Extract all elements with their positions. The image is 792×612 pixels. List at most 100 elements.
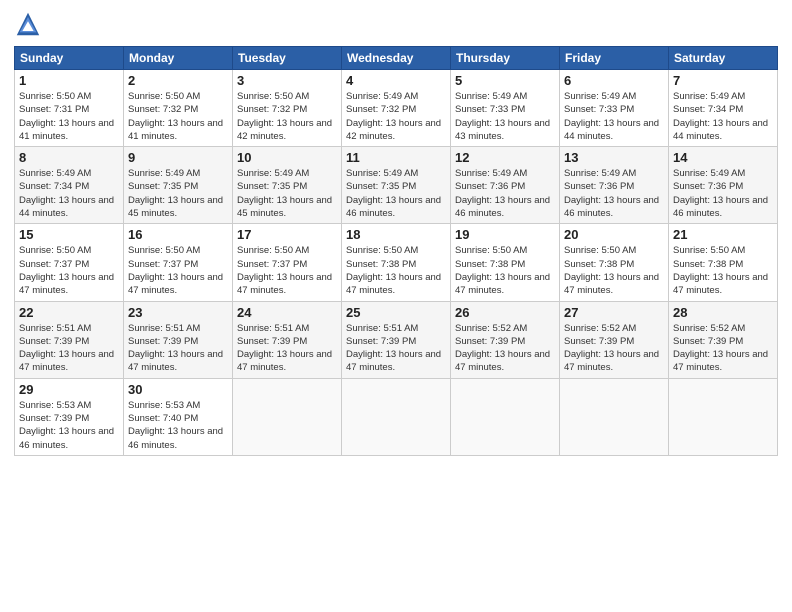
- day-cell-20: 20 Sunrise: 5:50 AMSunset: 7:38 PMDayligh…: [560, 224, 669, 301]
- day-number: 7: [673, 73, 773, 88]
- day-number: 1: [19, 73, 119, 88]
- day-info: Sunrise: 5:50 AMSunset: 7:32 PMDaylight:…: [237, 90, 337, 143]
- day-info: Sunrise: 5:50 AMSunset: 7:37 PMDaylight:…: [128, 244, 228, 297]
- day-info: Sunrise: 5:49 AMSunset: 7:33 PMDaylight:…: [564, 90, 664, 143]
- day-info: Sunrise: 5:50 AMSunset: 7:32 PMDaylight:…: [128, 90, 228, 143]
- day-number: 26: [455, 305, 555, 320]
- day-cell-21: 21 Sunrise: 5:50 AMSunset: 7:38 PMDayligh…: [669, 224, 778, 301]
- weekday-monday: Monday: [124, 47, 233, 70]
- day-info: Sunrise: 5:49 AMSunset: 7:32 PMDaylight:…: [346, 90, 446, 143]
- logo-icon: [14, 10, 42, 38]
- day-info: Sunrise: 5:49 AMSunset: 7:35 PMDaylight:…: [346, 167, 446, 220]
- day-info: Sunrise: 5:50 AMSunset: 7:38 PMDaylight:…: [346, 244, 446, 297]
- day-info: Sunrise: 5:49 AMSunset: 7:33 PMDaylight:…: [455, 90, 555, 143]
- day-number: 29: [19, 382, 119, 397]
- day-cell-27: 27 Sunrise: 5:52 AMSunset: 7:39 PMDayligh…: [560, 301, 669, 378]
- day-cell-3: 3 Sunrise: 5:50 AMSunset: 7:32 PMDaylight…: [233, 70, 342, 147]
- day-cell-14: 14 Sunrise: 5:49 AMSunset: 7:36 PMDayligh…: [669, 147, 778, 224]
- day-cell-17: 17 Sunrise: 5:50 AMSunset: 7:37 PMDayligh…: [233, 224, 342, 301]
- day-cell-15: 15Sunrise: 5:50 AMSunset: 7:37 PMDayligh…: [15, 224, 124, 301]
- empty-cell: [669, 378, 778, 455]
- day-cell-23: 23 Sunrise: 5:51 AMSunset: 7:39 PMDayligh…: [124, 301, 233, 378]
- day-info: Sunrise: 5:49 AMSunset: 7:35 PMDaylight:…: [128, 167, 228, 220]
- day-number: 9: [128, 150, 228, 165]
- day-info: Sunrise: 5:49 AMSunset: 7:36 PMDaylight:…: [673, 167, 773, 220]
- day-info: Sunrise: 5:50 AMSunset: 7:38 PMDaylight:…: [564, 244, 664, 297]
- day-info: Sunrise: 5:50 AMSunset: 7:31 PMDaylight:…: [19, 90, 119, 143]
- weekday-friday: Friday: [560, 47, 669, 70]
- day-info: Sunrise: 5:50 AMSunset: 7:37 PMDaylight:…: [237, 244, 337, 297]
- day-info: Sunrise: 5:51 AMSunset: 7:39 PMDaylight:…: [346, 322, 446, 375]
- day-cell-10: 10 Sunrise: 5:49 AMSunset: 7:35 PMDayligh…: [233, 147, 342, 224]
- day-cell-13: 13 Sunrise: 5:49 AMSunset: 7:36 PMDayligh…: [560, 147, 669, 224]
- logo: [14, 10, 46, 38]
- day-number: 13: [564, 150, 664, 165]
- day-cell-22: 22 Sunrise: 5:51 AMSunset: 7:39 PMDayligh…: [15, 301, 124, 378]
- day-cell-12: 12Sunrise: 5:49 AMSunset: 7:36 PMDayligh…: [451, 147, 560, 224]
- calendar-week-3: 15Sunrise: 5:50 AMSunset: 7:37 PMDayligh…: [15, 224, 778, 301]
- day-info: Sunrise: 5:51 AMSunset: 7:39 PMDaylight:…: [128, 322, 228, 375]
- day-cell-8: 8Sunrise: 5:49 AMSunset: 7:34 PMDaylight…: [15, 147, 124, 224]
- day-number: 5: [455, 73, 555, 88]
- calendar-week-4: 22 Sunrise: 5:51 AMSunset: 7:39 PMDayligh…: [15, 301, 778, 378]
- day-info: Sunrise: 5:49 AMSunset: 7:36 PMDaylight:…: [564, 167, 664, 220]
- day-number: 2: [128, 73, 228, 88]
- day-cell-1: 1 Sunrise: 5:50 AMSunset: 7:31 PMDaylight…: [15, 70, 124, 147]
- day-info: Sunrise: 5:53 AMSunset: 7:39 PMDaylight:…: [19, 399, 119, 452]
- day-cell-11: 11 Sunrise: 5:49 AMSunset: 7:35 PMDayligh…: [342, 147, 451, 224]
- day-info: Sunrise: 5:50 AMSunset: 7:37 PMDaylight:…: [19, 244, 119, 297]
- day-number: 10: [237, 150, 337, 165]
- day-cell-18: 18 Sunrise: 5:50 AMSunset: 7:38 PMDayligh…: [342, 224, 451, 301]
- day-info: Sunrise: 5:49 AMSunset: 7:35 PMDaylight:…: [237, 167, 337, 220]
- day-number: 18: [346, 227, 446, 242]
- day-cell-26: 26 Sunrise: 5:52 AMSunset: 7:39 PMDayligh…: [451, 301, 560, 378]
- day-number: 17: [237, 227, 337, 242]
- empty-cell: [342, 378, 451, 455]
- day-number: 24: [237, 305, 337, 320]
- weekday-saturday: Saturday: [669, 47, 778, 70]
- day-cell-9: 9 Sunrise: 5:49 AMSunset: 7:35 PMDaylight…: [124, 147, 233, 224]
- day-cell-4: 4 Sunrise: 5:49 AMSunset: 7:32 PMDaylight…: [342, 70, 451, 147]
- empty-cell: [451, 378, 560, 455]
- day-cell-5: 5 Sunrise: 5:49 AMSunset: 7:33 PMDaylight…: [451, 70, 560, 147]
- day-number: 20: [564, 227, 664, 242]
- day-cell-16: 16Sunrise: 5:50 AMSunset: 7:37 PMDayligh…: [124, 224, 233, 301]
- day-number: 28: [673, 305, 773, 320]
- calendar-table: SundayMondayTuesdayWednesdayThursdayFrid…: [14, 46, 778, 456]
- day-info: Sunrise: 5:50 AMSunset: 7:38 PMDaylight:…: [455, 244, 555, 297]
- day-info: Sunrise: 5:53 AMSunset: 7:40 PMDaylight:…: [128, 399, 228, 452]
- day-number: 4: [346, 73, 446, 88]
- day-number: 3: [237, 73, 337, 88]
- day-info: Sunrise: 5:52 AMSunset: 7:39 PMDaylight:…: [455, 322, 555, 375]
- day-cell-25: 25Sunrise: 5:51 AMSunset: 7:39 PMDayligh…: [342, 301, 451, 378]
- day-cell-24: 24 Sunrise: 5:51 AMSunset: 7:39 PMDayligh…: [233, 301, 342, 378]
- day-cell-28: 28 Sunrise: 5:52 AMSunset: 7:39 PMDayligh…: [669, 301, 778, 378]
- day-number: 8: [19, 150, 119, 165]
- day-number: 21: [673, 227, 773, 242]
- day-info: Sunrise: 5:49 AMSunset: 7:34 PMDaylight:…: [673, 90, 773, 143]
- empty-cell: [233, 378, 342, 455]
- weekday-thursday: Thursday: [451, 47, 560, 70]
- day-number: 19: [455, 227, 555, 242]
- day-number: 23: [128, 305, 228, 320]
- weekday-wednesday: Wednesday: [342, 47, 451, 70]
- day-number: 11: [346, 150, 446, 165]
- day-number: 22: [19, 305, 119, 320]
- day-number: 12: [455, 150, 555, 165]
- day-info: Sunrise: 5:51 AMSunset: 7:39 PMDaylight:…: [237, 322, 337, 375]
- day-cell-19: 19 Sunrise: 5:50 AMSunset: 7:38 PMDayligh…: [451, 224, 560, 301]
- day-info: Sunrise: 5:52 AMSunset: 7:39 PMDaylight:…: [673, 322, 773, 375]
- day-number: 14: [673, 150, 773, 165]
- day-info: Sunrise: 5:51 AMSunset: 7:39 PMDaylight:…: [19, 322, 119, 375]
- calendar-week-5: 29 Sunrise: 5:53 AMSunset: 7:39 PMDayligh…: [15, 378, 778, 455]
- weekday-tuesday: Tuesday: [233, 47, 342, 70]
- day-info: Sunrise: 5:50 AMSunset: 7:38 PMDaylight:…: [673, 244, 773, 297]
- day-number: 27: [564, 305, 664, 320]
- day-number: 6: [564, 73, 664, 88]
- day-cell-29: 29 Sunrise: 5:53 AMSunset: 7:39 PMDayligh…: [15, 378, 124, 455]
- day-number: 30: [128, 382, 228, 397]
- day-cell-6: 6 Sunrise: 5:49 AMSunset: 7:33 PMDaylight…: [560, 70, 669, 147]
- calendar-body: 1 Sunrise: 5:50 AMSunset: 7:31 PMDaylight…: [15, 70, 778, 456]
- page-header: [14, 10, 778, 38]
- day-info: Sunrise: 5:52 AMSunset: 7:39 PMDaylight:…: [564, 322, 664, 375]
